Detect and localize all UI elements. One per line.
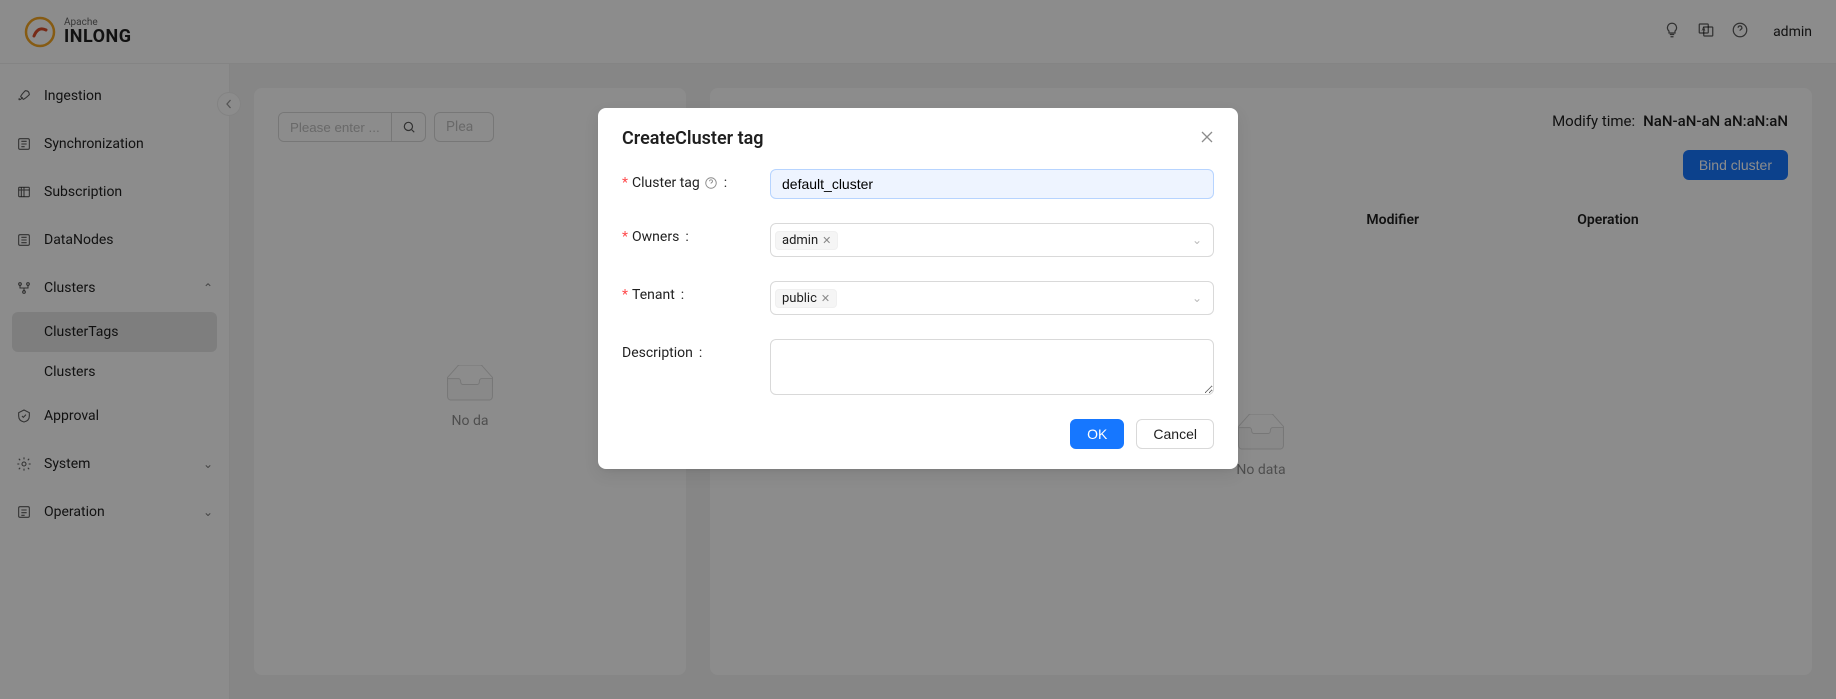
chevron-down-icon: ⌄ bbox=[1192, 233, 1202, 247]
tenant-label: *Tenant: bbox=[622, 281, 770, 303]
ok-button[interactable]: OK bbox=[1070, 419, 1124, 449]
cluster-tag-input[interactable] bbox=[770, 169, 1214, 199]
remove-tag-icon[interactable]: ✕ bbox=[822, 234, 831, 247]
create-cluster-tag-modal: CreateCluster tag * Cluster tag : *Owner… bbox=[598, 108, 1238, 469]
cluster-tag-label: * Cluster tag : bbox=[622, 169, 770, 191]
cancel-button[interactable]: Cancel bbox=[1136, 419, 1214, 449]
owner-tag: admin ✕ bbox=[775, 231, 838, 250]
tenant-tag: public ✕ bbox=[775, 289, 837, 308]
close-icon[interactable] bbox=[1200, 129, 1214, 148]
modal-title: CreateCluster tag bbox=[622, 128, 764, 149]
owners-label: *Owners: bbox=[622, 223, 770, 245]
remove-tag-icon[interactable]: ✕ bbox=[821, 292, 830, 305]
description-textarea[interactable] bbox=[770, 339, 1214, 395]
tenant-select[interactable]: public ✕ ⌄ bbox=[770, 281, 1214, 315]
question-circle-icon[interactable] bbox=[704, 176, 718, 190]
chevron-down-icon: ⌄ bbox=[1192, 291, 1202, 305]
owners-select[interactable]: admin ✕ ⌄ bbox=[770, 223, 1214, 257]
description-label: Description: bbox=[622, 339, 770, 361]
